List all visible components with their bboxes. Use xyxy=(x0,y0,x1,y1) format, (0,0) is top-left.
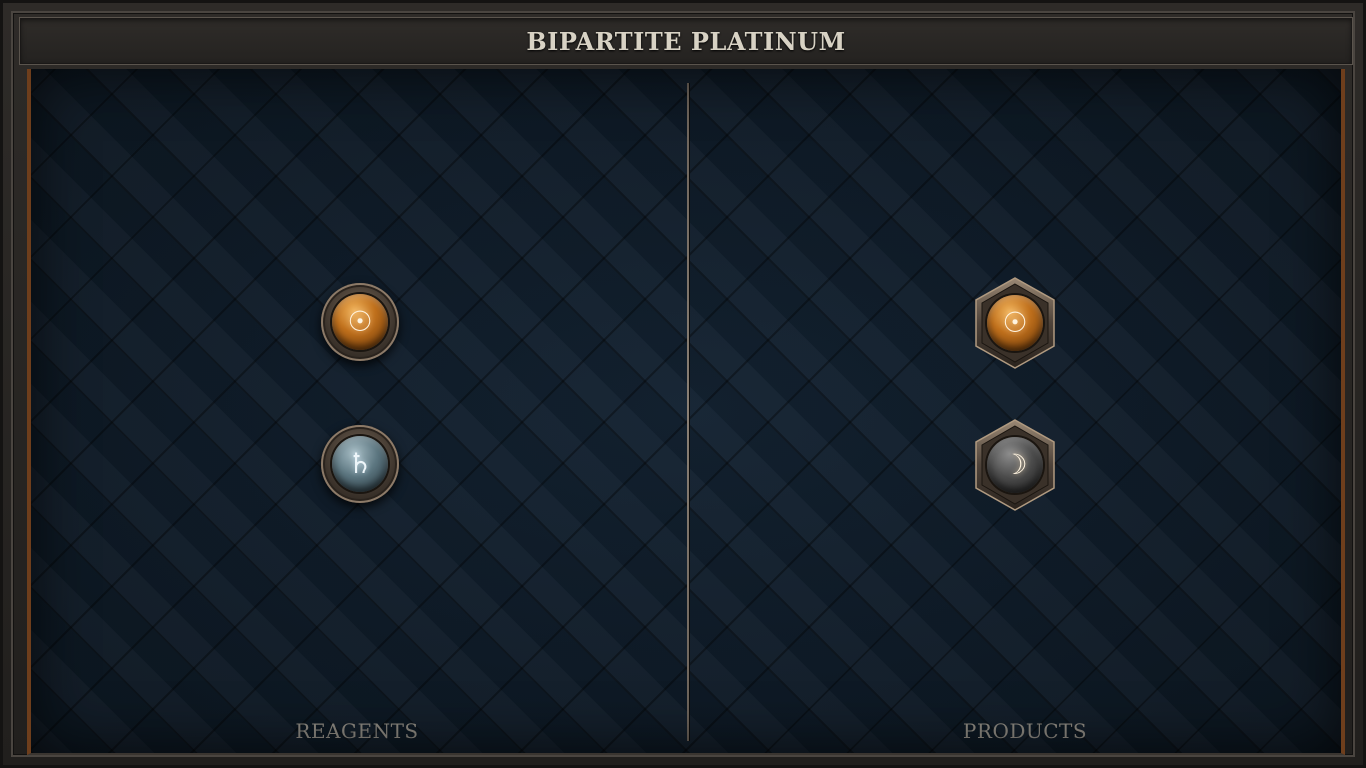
title-bar: BIPARTITE PLATINUM xyxy=(19,17,1353,65)
reaction-board: ☉ ♄ REAGENTS ☉ ☽ PRODUCTS xyxy=(27,69,1345,755)
product-silver-token[interactable]: ☽ xyxy=(973,418,1057,512)
puzzle-window: BIPARTITE PLATINUM ☉ ♄ REAGENTS ☉ ☽ PROD… xyxy=(0,0,1366,768)
product-silver-symbol: ☽ xyxy=(1002,448,1028,481)
product-gold-symbol: ☉ xyxy=(1002,306,1028,339)
sun-gold-icon: ☉ xyxy=(332,294,388,350)
reagents-label: REAGENTS xyxy=(295,719,419,743)
product-gold-token[interactable]: ☉ xyxy=(973,276,1057,370)
puzzle-title: BIPARTITE PLATINUM xyxy=(526,26,846,56)
sun-gold-icon: ☉ xyxy=(987,295,1043,351)
reagent-lead-token[interactable]: ♄ xyxy=(321,425,399,503)
reagent-gold-token[interactable]: ☉ xyxy=(321,283,399,361)
moon-silver-icon: ☽ xyxy=(987,437,1043,493)
products-label: PRODUCTS xyxy=(962,719,1088,743)
reagent-gold-symbol: ☉ xyxy=(347,305,373,338)
reagent-lead-symbol: ♄ xyxy=(347,447,373,480)
panel-divider xyxy=(687,83,689,741)
saturn-lead-icon: ♄ xyxy=(332,436,388,492)
